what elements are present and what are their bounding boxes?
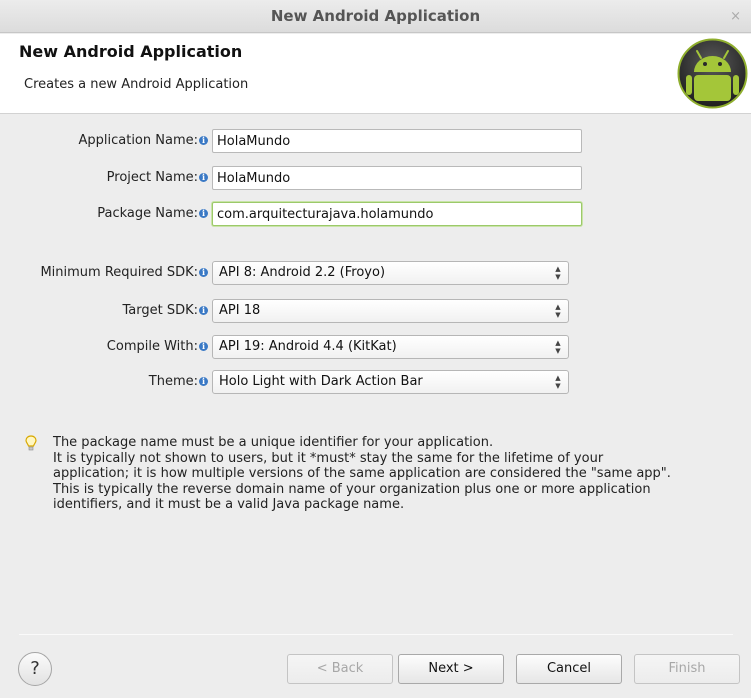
project-name-input[interactable]: [212, 166, 582, 190]
minimum-sdk-label-text: Minimum Required SDK:: [40, 265, 198, 280]
hint-line: identifiers, and it must be a valid Java…: [53, 497, 405, 512]
package-name-hint: The package name must be a unique identi…: [53, 435, 743, 513]
lightbulb-icon: [25, 435, 37, 451]
hint-line: It is typically not shown to users, but …: [53, 450, 604, 466]
package-name-input[interactable]: [212, 202, 582, 226]
target-sdk-value: API 18: [219, 303, 261, 318]
window-title: New Android Application: [270, 7, 481, 25]
project-name-label: Project Name: i: [107, 166, 208, 190]
application-name-label: Application Name: i: [78, 129, 208, 153]
application-name-input[interactable]: [212, 129, 582, 153]
select-arrows-icon: ▲ ▼: [555, 374, 561, 390]
window-titlebar: New Android Application ×: [0, 0, 751, 33]
package-name-label-text: Package Name:: [97, 206, 198, 221]
info-icon: i: [199, 377, 208, 386]
target-sdk-label-text: Target SDK:: [122, 303, 198, 318]
compile-with-label: Compile With: i: [107, 335, 208, 359]
next-button[interactable]: Next >: [398, 654, 504, 684]
help-icon: ?: [30, 658, 40, 679]
hint-line: The package name must be a unique identi…: [53, 435, 494, 450]
minimum-sdk-label: Minimum Required SDK: i: [40, 261, 208, 285]
target-sdk-select[interactable]: API 18 ▲ ▼: [212, 299, 569, 323]
select-arrows-icon: ▲ ▼: [555, 265, 561, 281]
theme-label-text: Theme:: [148, 374, 198, 389]
minimum-sdk-select[interactable]: API 8: Android 2.2 (Froyo) ▲ ▼: [212, 261, 569, 285]
minimum-sdk-value: API 8: Android 2.2 (Froyo): [219, 265, 386, 280]
project-name-label-text: Project Name:: [106, 170, 198, 185]
info-icon: i: [199, 173, 208, 182]
hint-line: This is typically the reverse domain nam…: [53, 481, 651, 497]
theme-select[interactable]: Holo Light with Dark Action Bar ▲ ▼: [212, 370, 569, 394]
banner-title: New Android Application: [19, 42, 243, 61]
wizard-banner: New Android Application Creates a new An…: [0, 34, 751, 114]
theme-value: Holo Light with Dark Action Bar: [219, 374, 423, 389]
footer-separator: [19, 634, 733, 635]
target-sdk-label: Target SDK: i: [122, 299, 208, 323]
finish-button[interactable]: Finish: [634, 654, 740, 684]
cancel-button[interactable]: Cancel: [516, 654, 622, 684]
info-icon: i: [199, 136, 208, 145]
back-button[interactable]: < Back: [287, 654, 393, 684]
compile-with-select[interactable]: API 19: Android 4.4 (KitKat) ▲ ▼: [212, 335, 569, 359]
package-name-label: Package Name: i: [97, 202, 208, 226]
help-button[interactable]: ?: [18, 652, 52, 686]
info-icon: i: [199, 306, 208, 315]
banner-description: Creates a new Android Application: [24, 77, 249, 92]
android-logo-icon: [677, 38, 748, 109]
select-arrows-icon: ▲ ▼: [555, 303, 561, 319]
info-icon: i: [199, 342, 208, 351]
close-icon[interactable]: ×: [730, 0, 741, 33]
select-arrows-icon: ▲ ▼: [555, 339, 561, 355]
theme-label: Theme: i: [149, 370, 208, 394]
info-icon: i: [199, 268, 208, 277]
compile-with-label-text: Compile With:: [106, 339, 198, 354]
info-icon: i: [199, 209, 208, 218]
compile-with-value: API 19: Android 4.4 (KitKat): [219, 339, 397, 354]
hint-line: application; it is how multiple versions…: [53, 466, 671, 481]
application-name-label-text: Application Name:: [78, 133, 198, 148]
